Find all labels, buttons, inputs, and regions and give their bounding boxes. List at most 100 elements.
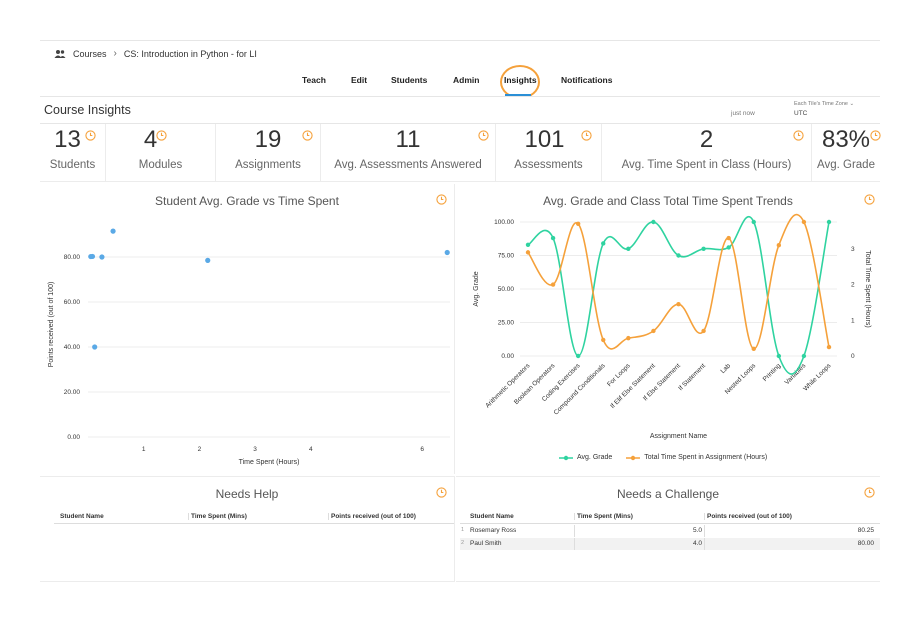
x-tick-label: If Statement xyxy=(677,362,707,392)
series-point xyxy=(601,241,606,246)
clock-icon[interactable] xyxy=(85,130,96,141)
clock-icon[interactable] xyxy=(302,130,313,141)
scatter-point xyxy=(444,249,450,256)
points: 80.25 xyxy=(857,527,874,534)
y2-tick-label: 2 xyxy=(851,282,855,289)
y-tick-label: 75.00 xyxy=(498,253,515,260)
stat-label: Modules xyxy=(138,159,183,171)
timezone-value: UTC xyxy=(794,110,808,117)
stat-label: Avg. Grade xyxy=(817,159,875,171)
clock-icon[interactable] xyxy=(581,130,592,141)
column-points[interactable]: Points received (out of 100) xyxy=(328,513,416,520)
x-tick-label: If Elif Else Statement xyxy=(609,362,657,410)
legend-item-avg-grade[interactable]: Avg. Grade xyxy=(559,454,612,461)
column-time-spent[interactable]: Time Spent (Mins) xyxy=(188,513,247,520)
time-spent: 4.0 xyxy=(692,540,702,547)
table-row[interactable]: 2 Paul Smith 4.0 80.00 xyxy=(460,538,880,550)
stat-tile-avg-assessments-answered: 11 Avg. Assessments Answered xyxy=(321,124,496,182)
column-points[interactable]: Points received (out of 100) xyxy=(704,513,792,520)
series-point xyxy=(676,301,681,307)
tab-admin[interactable]: Admin xyxy=(453,75,479,85)
series-point xyxy=(801,219,807,225)
scatter-point xyxy=(205,257,211,263)
stat-label: Assessments xyxy=(514,159,583,171)
stat-tile-students: 13 Students xyxy=(40,124,106,182)
series-point xyxy=(751,346,756,352)
tab-bar: Teach Edit Students Admin Insights Notif… xyxy=(40,75,880,89)
stat-label: Avg. Assessments Answered xyxy=(334,159,482,171)
table-header: Student Name Time Spent (Mins) Points re… xyxy=(460,510,880,524)
x-tick-label: Lab xyxy=(719,362,732,375)
chart-legend: Avg. Grade Total Time Spent in Assignmen… xyxy=(559,454,767,461)
tab-teach[interactable]: Teach xyxy=(302,75,326,85)
x-tick-label: Printing xyxy=(762,362,783,383)
stat-tile-avg-grade: 83% Avg. Grade xyxy=(812,124,881,182)
y-tick-label: 80.00 xyxy=(64,254,81,261)
timezone-select[interactable]: Each Tile's Time Zone ⌄ xyxy=(794,101,854,107)
tab-edit[interactable]: Edit xyxy=(351,75,367,85)
chevron-down-icon: ⌄ xyxy=(849,101,855,107)
clock-icon[interactable] xyxy=(870,130,881,141)
app: Courses › CS: Introduction in Python - f… xyxy=(0,0,920,622)
y2-tick-label: 1 xyxy=(851,317,855,324)
student-name: Paul Smith xyxy=(470,540,502,547)
x-tick-label: 6 xyxy=(420,446,424,453)
trend-panel: Avg. Grade and Class Total Time Spent Tr… xyxy=(456,184,880,474)
table-row[interactable]: 1 Rosemary Ross 5.0 80.25 xyxy=(460,525,880,537)
page-title: Course Insights xyxy=(44,103,131,117)
breadcrumb-course[interactable]: CS: Introduction in Python - for LI xyxy=(124,49,257,59)
stat-tile-avg-time-spent: 2 Avg. Time Spent in Class (Hours) xyxy=(602,124,812,182)
series-point xyxy=(601,337,606,343)
series-point xyxy=(676,253,681,258)
panel-title: Needs a Challenge xyxy=(616,487,720,501)
breadcrumb-separator: › xyxy=(113,48,117,59)
clock-icon[interactable] xyxy=(864,487,875,498)
series-point xyxy=(751,219,756,225)
breadcrumb-courses[interactable]: Courses xyxy=(73,49,107,59)
column-student-name[interactable]: Student Name xyxy=(470,513,514,520)
y-tick-label: 60.00 xyxy=(64,299,81,306)
series-point xyxy=(525,242,531,247)
x-tick-label: While Loops xyxy=(802,362,833,393)
panel-title: Needs Help xyxy=(215,487,279,501)
legend-swatch-orange xyxy=(626,455,641,460)
clock-icon[interactable] xyxy=(793,130,804,141)
stat-tile-modules: 4 Modules xyxy=(106,124,216,182)
last-updated: just now xyxy=(731,110,755,117)
series-point xyxy=(726,245,731,250)
clock-icon[interactable] xyxy=(478,130,489,141)
clock-icon[interactable] xyxy=(436,487,447,498)
time-spent: 5.0 xyxy=(692,527,702,534)
courses-icon[interactable] xyxy=(54,49,66,59)
y2-axis-title: Total Time Spent (Hours) xyxy=(864,250,871,327)
series-point xyxy=(550,282,556,287)
legend-label: Avg. Grade xyxy=(577,454,613,461)
stat-label: Assignments xyxy=(235,159,301,171)
y-tick-label: 25.00 xyxy=(498,320,515,327)
column-time-spent[interactable]: Time Spent (Mins) xyxy=(574,513,633,520)
series-point xyxy=(550,235,556,241)
y2-tick-label: 0 xyxy=(851,353,855,360)
needs-help-panel: Needs Help Student Name Time Spent (Mins… xyxy=(40,476,455,582)
breadcrumb: Courses › CS: Introduction in Python - f… xyxy=(54,48,257,59)
legend-item-total-time[interactable]: Total Time Spent in Assignment (Hours) xyxy=(626,454,767,461)
timezone-label: Each Tile's Time Zone xyxy=(794,101,848,107)
y-tick-label: 40.00 xyxy=(64,344,81,351)
tab-notifications[interactable]: Notifications xyxy=(561,75,612,85)
x-axis-title: Assignment Name xyxy=(650,433,707,440)
top-navigation: Courses › CS: Introduction in Python - f… xyxy=(40,40,880,99)
series-point xyxy=(826,344,832,350)
column-student-name[interactable]: Student Name xyxy=(60,513,104,520)
tab-students[interactable]: Students xyxy=(391,75,427,85)
clock-icon[interactable] xyxy=(156,130,167,141)
trend-chart: 0.00 25.00 50.00 75.00 100.00 0 1 2 3 Arithmetic … xyxy=(473,214,871,440)
series-point xyxy=(575,353,581,359)
series-point xyxy=(776,243,782,248)
series-point xyxy=(525,250,531,255)
series-line xyxy=(527,214,830,350)
x-tick-label: 3 xyxy=(253,446,257,453)
series-point xyxy=(726,235,731,241)
cell-divider xyxy=(704,525,706,537)
y-tick-label: 0.00 xyxy=(501,353,514,360)
stat-label: Students xyxy=(49,159,96,171)
